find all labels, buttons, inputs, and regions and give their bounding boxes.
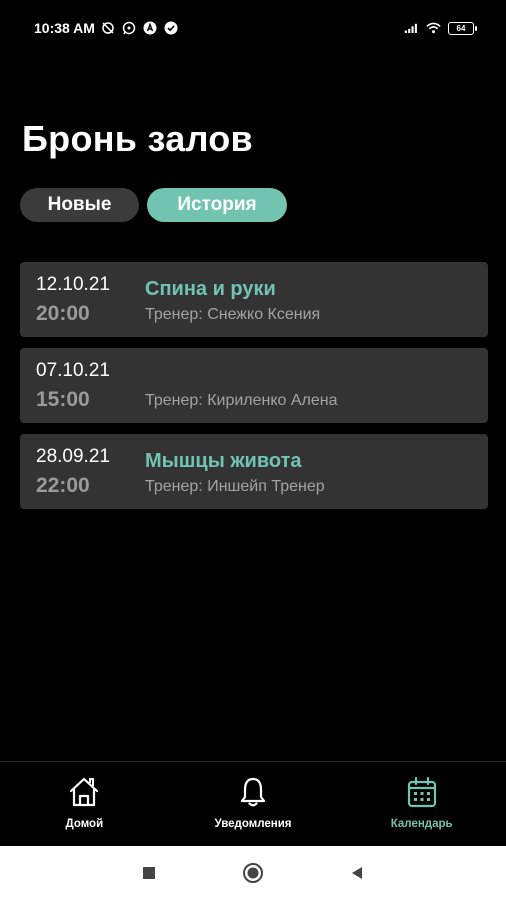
bottom-nav: Домой Уведомления Календарь	[0, 761, 506, 846]
home-button[interactable]	[242, 862, 264, 884]
booking-card[interactable]: 07.10.21 15:00 Тренер: Кириленко Алена	[20, 348, 488, 423]
status-time: 10:38 AM	[34, 20, 95, 36]
nav-item-notifications[interactable]: Уведомления	[169, 762, 338, 846]
booking-title: Мышцы живота	[145, 450, 302, 472]
status-left: 10:38 AM	[34, 20, 179, 36]
dnd-off-icon	[101, 21, 116, 36]
signal-icon	[404, 21, 419, 36]
booking-card[interactable]: 28.09.21 22:00 Мышцы живота Тренер: Инше…	[20, 434, 488, 509]
nav-label-home: Домой	[65, 818, 104, 830]
booking-date: 12.10.21	[36, 274, 110, 295]
booking-date: 07.10.21	[36, 360, 110, 381]
nav-label-calendar: Календарь	[390, 818, 453, 830]
tab-new[interactable]: Новые	[20, 188, 139, 222]
booking-trainer: Тренер: Снежко Ксения	[145, 306, 321, 323]
bell-icon	[235, 774, 271, 810]
recents-button[interactable]	[141, 865, 157, 881]
nav-item-home[interactable]: Домой	[0, 762, 169, 846]
booking-trainer: Тренер: Иншейп Тренер	[145, 478, 325, 495]
nav-label-notifications: Уведомления	[214, 818, 292, 830]
nav-item-calendar[interactable]: Календарь	[337, 762, 506, 846]
battery-indicator: 64	[448, 21, 477, 35]
home-icon	[66, 774, 102, 810]
app-screen: 10:38 AM 64 Бронь залов Новые История 12…	[0, 0, 506, 900]
check-badge-icon	[164, 21, 179, 36]
booking-date: 28.09.21	[36, 446, 110, 467]
whatsapp-icon	[122, 21, 137, 36]
booking-time: 15:00	[36, 388, 90, 411]
app-a-icon	[143, 21, 158, 36]
booking-card[interactable]: 12.10.21 20:00 Спина и руки Тренер: Снеж…	[20, 262, 488, 337]
booking-time: 22:00	[36, 474, 90, 497]
wifi-icon	[426, 21, 441, 36]
tab-history[interactable]: История	[147, 188, 287, 222]
back-button[interactable]	[349, 865, 365, 881]
booking-title: Спина и руки	[145, 278, 276, 300]
status-bar: 10:38 AM 64	[0, 0, 506, 56]
booking-tabs: Новые История	[20, 188, 287, 222]
booking-trainer: Тренер: Кириленко Алена	[145, 392, 338, 409]
status-right: 64	[404, 21, 477, 36]
calendar-icon	[404, 774, 440, 810]
system-nav-bar	[0, 846, 506, 900]
page-title: Бронь залов	[22, 118, 253, 159]
booking-time: 20:00	[36, 302, 90, 325]
